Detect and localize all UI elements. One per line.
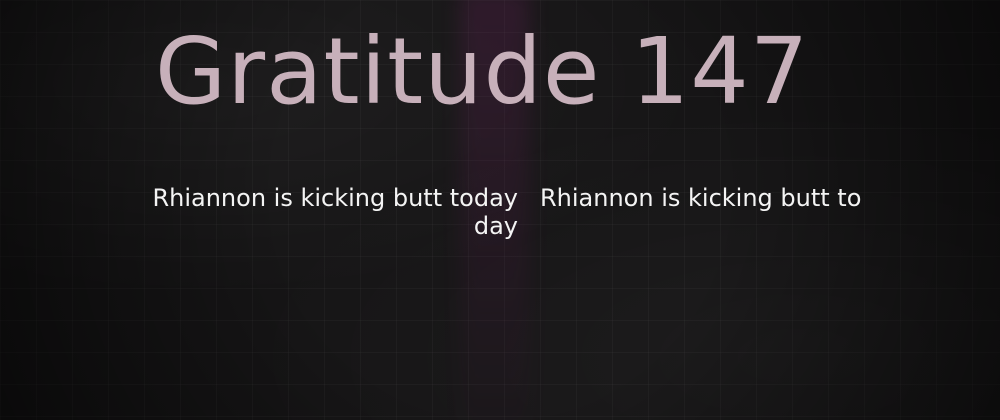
subtitle-left-line: Rhiannon is kicking butt today [152,184,518,212]
subtitle-left: Rhiannon is kicking butt today day [98,184,518,240]
page-title: Gratitude 147 [155,18,810,125]
subtitle-left-wrap: day [473,212,518,240]
subtitle-right: Rhiannon is kicking butt to [540,184,862,212]
hero-canvas: Gratitude 147 Rhiannon is kicking butt t… [0,0,1000,420]
